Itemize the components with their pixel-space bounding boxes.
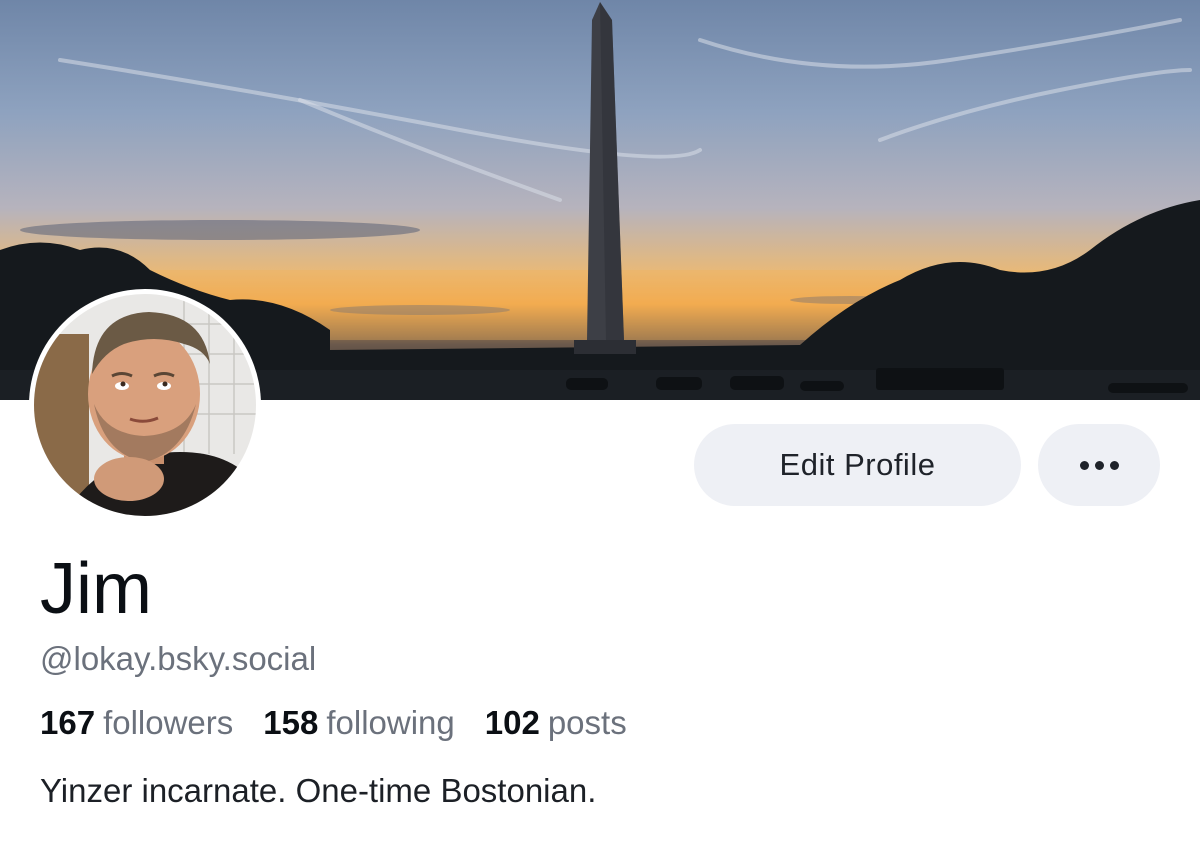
posts-stat: 102 posts <box>485 704 627 742</box>
profile-bio: Yinzer incarnate. One-time Bostonian. <box>40 772 597 809</box>
followers-label: followers <box>103 704 234 741</box>
following-count: 158 <box>263 704 319 741</box>
profile-handle: @lokay.bsky.social <box>40 640 317 677</box>
avatar-photo <box>34 294 256 516</box>
following-stat[interactable]: 158 following <box>263 704 454 742</box>
ellipsis-icon <box>1079 460 1119 470</box>
avatar[interactable] <box>29 289 261 521</box>
profile-stats: 167 followers 158 following 102 posts <box>40 704 627 742</box>
posts-label: posts <box>547 704 627 741</box>
followers-count: 167 <box>40 704 96 741</box>
following-label: following <box>326 704 455 741</box>
more-options-button[interactable] <box>1038 424 1160 506</box>
posts-count: 102 <box>484 704 540 741</box>
edit-profile-label: Edit Profile <box>779 447 936 482</box>
edit-profile-button[interactable]: Edit Profile <box>694 424 1021 506</box>
display-name: Jim <box>40 549 152 629</box>
followers-stat[interactable]: 167 followers <box>40 704 233 742</box>
